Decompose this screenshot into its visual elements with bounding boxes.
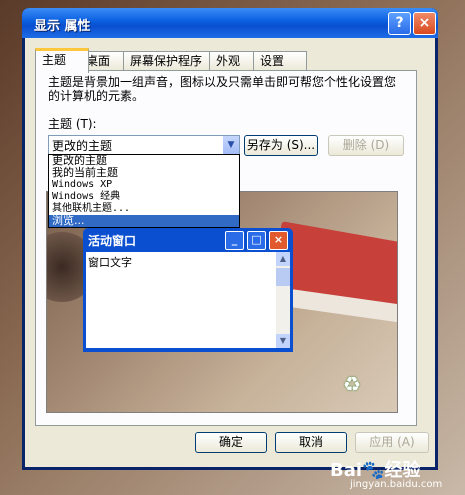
dialog-client: 主题 桌面 屏幕保护程序 外观 设置 主题是背景加一组声音，图标以及只需单击即可…: [25, 38, 435, 467]
cancel-button[interactable]: 取消: [275, 432, 347, 453]
window-title: 显示 属性: [34, 19, 91, 34]
preview-window-text: 窗口文字: [88, 256, 132, 269]
scroll-thumb: [276, 268, 290, 286]
tab-settings[interactable]: 设置: [253, 51, 307, 70]
themes-description: 主题是背景加一组声音，图标以及只需单击即可帮您个性化设置您的计算机的元素。: [48, 75, 397, 103]
preview-window-title: 活动窗口: [88, 234, 137, 248]
recycle-bin-icon: ♻: [343, 372, 361, 396]
close-icon: ×: [269, 231, 288, 250]
maximize-icon: □: [247, 231, 266, 250]
theme-dropdown-list: 更改的主题 我的当前主题 Windows XP Windows 经典 其他联机主…: [48, 154, 240, 228]
tab-screensaver[interactable]: 屏幕保护程序: [123, 51, 219, 70]
chevron-down-icon[interactable]: ▼: [223, 136, 239, 154]
help-button[interactable]: ?: [388, 12, 411, 35]
paw-icon: 🐾: [362, 460, 385, 481]
preview-active-window: 活动窗口 _ □ × 窗口文字 ▲ ▼: [83, 228, 293, 352]
display-properties-window: 显示 属性 ? × 主题 桌面 屏幕保护程序 外观 设置 主题是背景加一组声音，…: [22, 8, 438, 470]
apply-button[interactable]: 应用 (A): [355, 432, 429, 453]
preview-window-body: 窗口文字 ▲ ▼: [86, 252, 290, 348]
watermark-brand-suffix: 经验: [384, 460, 421, 481]
theme-option[interactable]: Windows 经典: [49, 191, 239, 203]
title-bar: 显示 属性 ? ×: [22, 8, 438, 38]
scroll-down-icon: ▼: [276, 334, 290, 348]
theme-label: 主题 (T):: [48, 117, 97, 131]
ok-button[interactable]: 确定: [195, 432, 267, 453]
save-as-button[interactable]: 另存为 (S)...: [244, 135, 318, 156]
themes-page: 主题是背景加一组声音，图标以及只需单击即可帮您个性化设置您的计算机的元素。 主题…: [35, 70, 417, 426]
tab-themes[interactable]: 主题: [35, 48, 89, 73]
theme-select-value: 更改的主题: [52, 139, 113, 153]
theme-option[interactable]: Windows XP: [49, 179, 239, 191]
close-button[interactable]: ×: [413, 12, 436, 35]
scroll-up-icon: ▲: [276, 252, 290, 266]
theme-select[interactable]: 更改的主题 ▼: [48, 135, 240, 155]
watermark-brand-text: Bai: [330, 460, 363, 481]
watermark-url: jingyan.baidu.com: [350, 479, 443, 490]
theme-option-selected[interactable]: 浏览...: [49, 215, 239, 227]
minimize-icon: _: [225, 231, 244, 250]
delete-button[interactable]: 删除 (D): [328, 135, 404, 156]
theme-option[interactable]: 我的当前主题: [49, 167, 239, 179]
preview-scrollbar: ▲ ▼: [276, 252, 290, 348]
